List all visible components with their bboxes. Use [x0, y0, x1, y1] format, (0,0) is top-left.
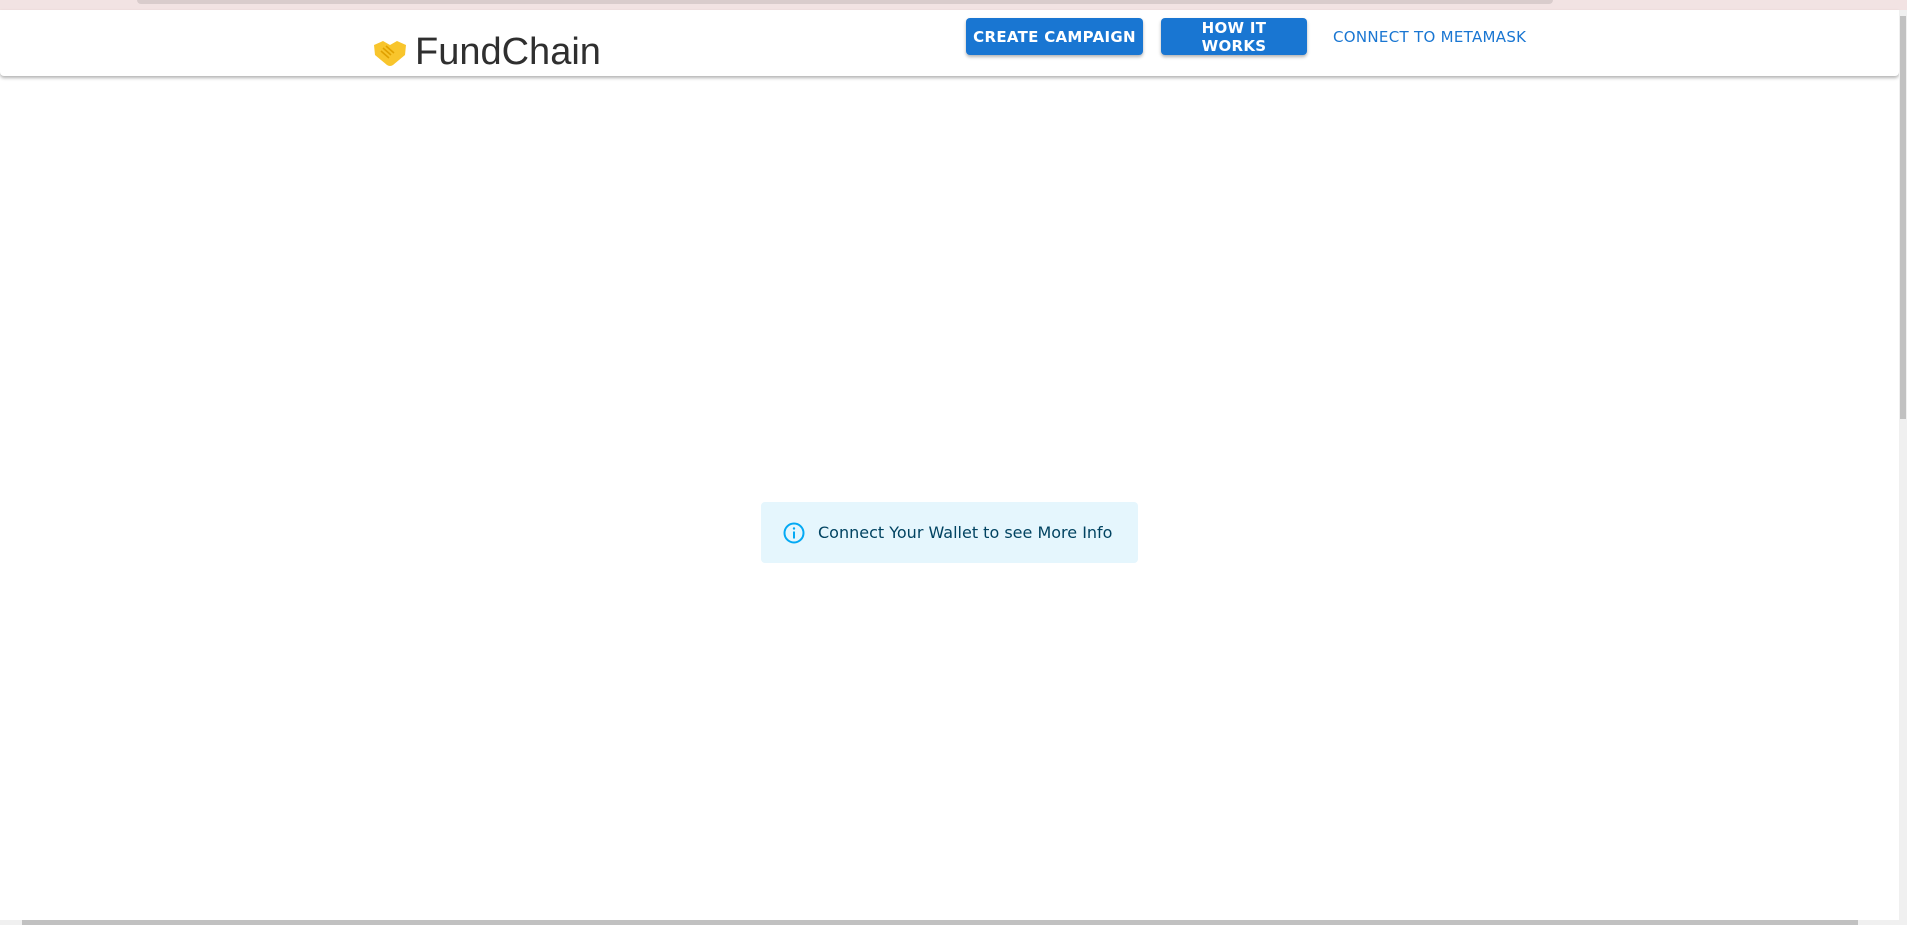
connect-metamask-button[interactable]: CONNECT TO METAMASK	[1333, 18, 1533, 55]
brand-logo[interactable]: FundChain	[371, 32, 601, 72]
horizontal-scroll-thumb[interactable]	[22, 920, 1858, 925]
brand-name: FundChain	[415, 31, 601, 73]
handshake-icon	[371, 33, 409, 71]
app-header: FundChain CREATE CAMPAIGN HOW IT WORKS C…	[0, 10, 1899, 76]
vertical-scrollbar[interactable]	[1899, 10, 1907, 925]
info-icon	[782, 521, 806, 545]
create-campaign-button[interactable]: CREATE CAMPAIGN	[966, 18, 1143, 55]
horizontal-scrollbar[interactable]	[0, 920, 1899, 925]
how-it-works-button[interactable]: HOW IT WORKS	[1161, 18, 1307, 55]
browser-top-bar	[137, 0, 1553, 4]
connect-wallet-alert: Connect Your Wallet to see More Info	[761, 502, 1138, 563]
alert-message: Connect Your Wallet to see More Info	[818, 523, 1113, 542]
vertical-scroll-thumb[interactable]	[1900, 16, 1906, 419]
